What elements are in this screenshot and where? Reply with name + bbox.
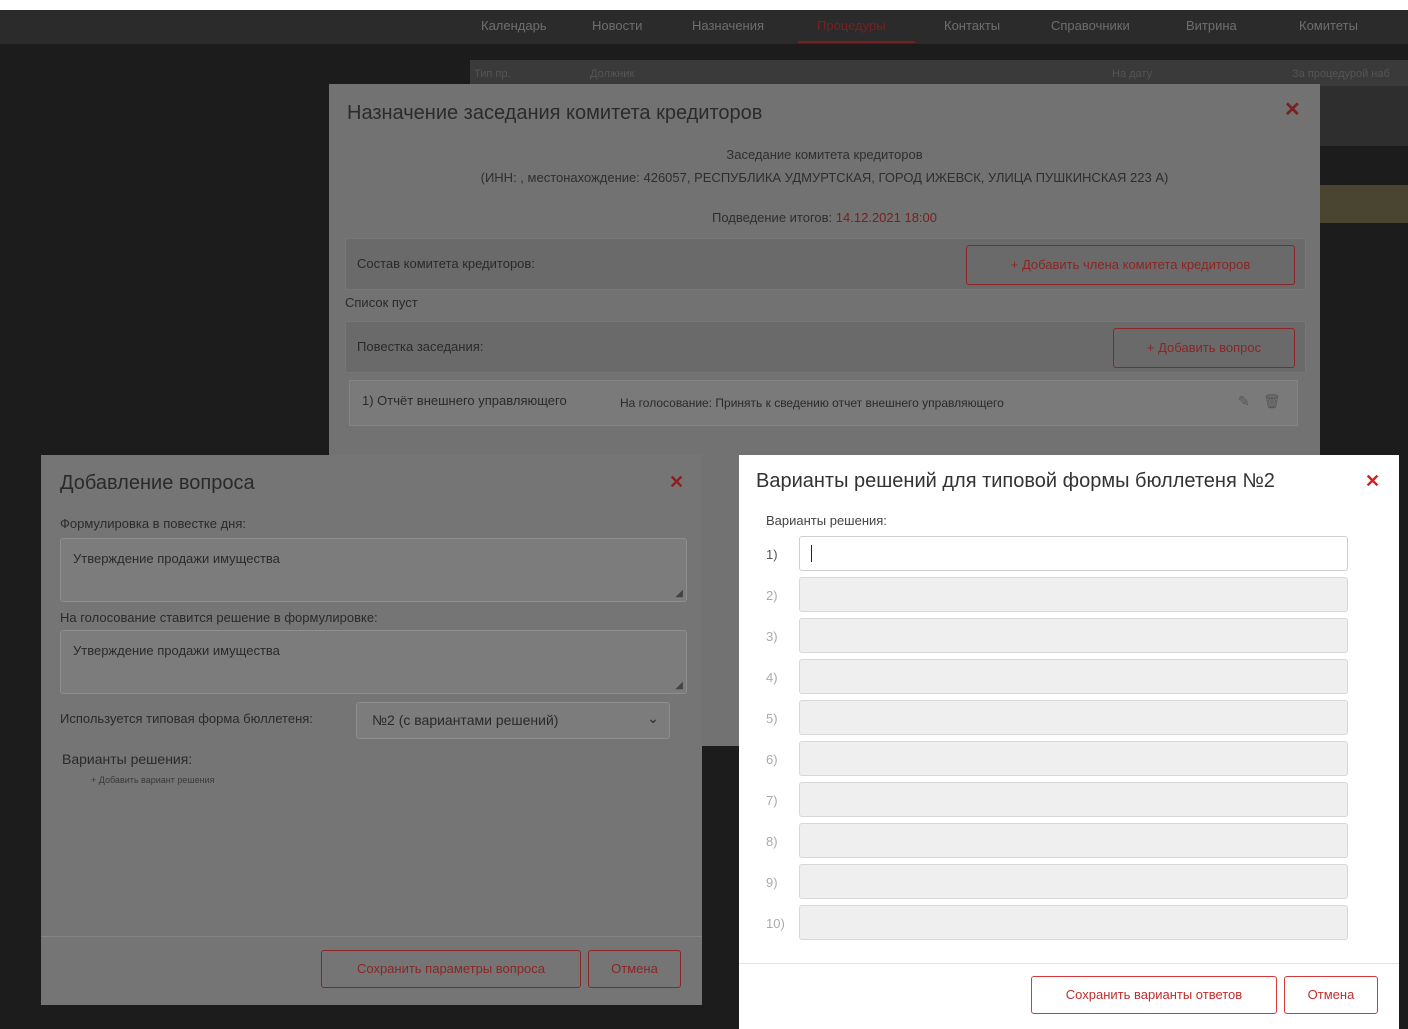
agenda-item: 1) Отчёт внешнего управляющего На голосо…	[349, 380, 1298, 426]
nav-item-references[interactable]: Справочники	[1051, 18, 1130, 33]
cancel-button[interactable]: Отмена	[1284, 976, 1378, 1014]
decision-options-label: Варианты решения:	[766, 513, 887, 528]
agenda-item-question: 1) Отчёт внешнего управляющего	[362, 393, 567, 408]
option-row: 6)	[739, 740, 1399, 778]
nav-active-underline	[798, 41, 915, 43]
vote-wording-label: На голосование ставится решение в формул…	[60, 610, 378, 625]
option-number: 5)	[766, 711, 778, 726]
resize-grip-icon[interactable]: ◢	[675, 588, 683, 599]
close-icon[interactable]: ✕	[1284, 100, 1301, 120]
decision-options-dialog: Варианты решений для типовой формы бюлле…	[739, 455, 1399, 1029]
vote-wording-value: Утверждение продажи имущества	[73, 643, 280, 658]
save-options-button[interactable]: Сохранить варианты ответов	[1031, 976, 1277, 1014]
ballot-form-select[interactable]: №2 (с вариантами решений) ⌄	[356, 702, 670, 739]
option-row: 5)	[739, 699, 1399, 737]
nav-item-committees[interactable]: Комитеты	[1299, 18, 1358, 33]
option-row: 8)	[739, 822, 1399, 860]
close-icon[interactable]: ✕	[669, 473, 684, 491]
meeting-name: Заседание комитета кредиторов	[726, 147, 923, 162]
options-label: Варианты решения:	[62, 751, 193, 767]
agenda-item-vote: На голосование: Принять к сведению отчет…	[620, 396, 1004, 410]
agenda-wording-label: Формулировка в повестке дня:	[60, 516, 246, 531]
committee-label: Состав комитета кредиторов:	[357, 256, 535, 271]
option-row: 3)	[739, 617, 1399, 655]
nav-item-calendar[interactable]: Календарь	[481, 18, 547, 33]
option-row: 7)	[739, 781, 1399, 819]
nav-item-news[interactable]: Новости	[592, 18, 642, 33]
option-row: 10)	[739, 904, 1399, 942]
option-input[interactable]	[799, 823, 1348, 858]
committee-list-empty: Список пуст	[345, 295, 418, 310]
option-input[interactable]	[799, 782, 1348, 817]
meeting-address: (ИНН: , местонахождение: 426057, РЕСПУБЛ…	[480, 170, 1169, 185]
ballot-form-value: №2 (с вариантами решений)	[372, 712, 559, 728]
trash-icon[interactable]: 🗑	[1263, 393, 1281, 410]
option-number: 8)	[766, 834, 778, 849]
footer-divider	[41, 936, 702, 937]
nav-item-showcase[interactable]: Витрина	[1186, 18, 1237, 33]
results-line: Подведение итогов: 14.12.2021 18:00	[329, 210, 1320, 225]
option-number: 3)	[766, 629, 778, 644]
vote-wording-field[interactable]: Утверждение продажи имущества ◢	[60, 630, 687, 694]
option-input[interactable]	[799, 577, 1348, 612]
option-input[interactable]	[799, 905, 1348, 940]
agenda-wording-value: Утверждение продажи имущества	[73, 551, 280, 566]
background-highlight-row	[1320, 185, 1408, 223]
option-number: 4)	[766, 670, 778, 685]
text-caret	[811, 545, 812, 562]
resize-grip-icon[interactable]: ◢	[675, 680, 683, 691]
option-number: 7)	[766, 793, 778, 808]
option-row: 4)	[739, 658, 1399, 696]
option-number: 9)	[766, 875, 778, 890]
results-label: Подведение итогов:	[711, 210, 833, 225]
chevron-down-icon: ⌄	[647, 710, 659, 726]
ballot-form-label: Используется типовая форма бюллетеня:	[60, 711, 313, 726]
table-header-procedure: За процедурой наб	[1292, 68, 1390, 80]
agenda-label: Повестка заседания:	[357, 339, 484, 354]
add-question-dialog: Добавление вопроса ✕ Формулировка в пове…	[41, 455, 702, 1005]
option-number: 2)	[766, 588, 778, 603]
option-input[interactable]	[799, 741, 1348, 776]
footer-divider	[739, 963, 1399, 964]
background-panel	[1320, 86, 1408, 146]
meeting-dialog-title: Назначение заседания комитета кредиторов	[347, 102, 763, 124]
pencil-icon[interactable]: ✎	[1238, 393, 1250, 410]
add-question-title: Добавление вопроса	[60, 472, 255, 494]
option-input[interactable]	[799, 659, 1348, 694]
option-number: 6)	[766, 752, 778, 767]
save-question-button[interactable]: Сохранить параметры вопроса	[321, 950, 581, 988]
option-row: 9)	[739, 863, 1399, 901]
option-input[interactable]	[799, 700, 1348, 735]
nav-item-procedures[interactable]: Процедуры	[817, 18, 886, 33]
results-date: 14.12.2021 18:00	[835, 210, 938, 225]
option-row: 1)	[739, 535, 1399, 573]
option-row: 2)	[739, 576, 1399, 614]
option-number: 1)	[766, 547, 778, 562]
table-header-type: Тип пр.	[474, 68, 511, 80]
decision-options-title: Варианты решений для типовой формы бюлле…	[756, 470, 1275, 492]
close-icon[interactable]: ✕	[1365, 472, 1380, 490]
option-input[interactable]	[799, 536, 1348, 571]
option-input[interactable]	[799, 864, 1348, 899]
cancel-button[interactable]: Отмена	[588, 950, 681, 988]
nav-item-contacts[interactable]: Контакты	[944, 18, 1000, 33]
top-strip	[0, 0, 1408, 10]
add-question-button[interactable]: + Добавить вопрос	[1113, 328, 1295, 368]
add-member-button[interactable]: + Добавить члена комитета кредиторов	[966, 245, 1295, 285]
agenda-wording-field[interactable]: Утверждение продажи имущества ◢	[60, 538, 687, 602]
top-navbar: Календарь Новости Назначения Процедуры К…	[0, 10, 1408, 44]
table-header-date: На дату	[1112, 68, 1153, 80]
option-input[interactable]	[799, 618, 1348, 653]
nav-item-appointments[interactable]: Назначения	[692, 18, 764, 33]
add-option-link[interactable]: + Добавить вариант решения	[91, 775, 214, 785]
table-header-debtor: Должник	[590, 68, 635, 80]
agenda-section: Повестка заседания: + Добавить вопрос	[345, 321, 1306, 373]
option-number: 10)	[766, 916, 785, 931]
committee-section: Состав комитета кредиторов: + Добавить ч…	[345, 238, 1306, 290]
background-table-header: Тип пр. Должник На дату За процедурой на…	[470, 60, 1408, 86]
